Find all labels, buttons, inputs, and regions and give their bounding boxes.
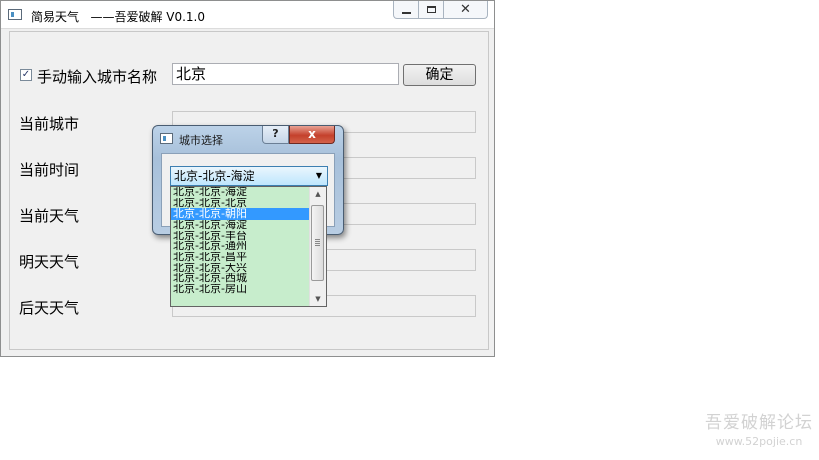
minimize-button[interactable] bbox=[393, 1, 419, 19]
scrollbar-thumb[interactable] bbox=[311, 205, 324, 281]
current-city-label: 当前城市 bbox=[19, 115, 80, 133]
dropdown-option[interactable]: 北京-北京-通州 bbox=[171, 241, 310, 252]
dropdown-option[interactable]: 北京-北京-房山 bbox=[171, 284, 310, 295]
dropdown-option[interactable]: 北京-北京-海淀 bbox=[171, 187, 310, 198]
dialog-title: 城市选择 bbox=[179, 134, 223, 147]
dropdown-scrollbar[interactable]: ▲ ▼ bbox=[309, 187, 326, 306]
day-after-weather-label: 后天天气 bbox=[19, 299, 80, 317]
title-bar[interactable]: 简易天气 ——吾爱破解 V0.1.0 ✕ bbox=[1, 1, 494, 29]
watermark: 吾爱破解论坛 www.52pojie.cn bbox=[705, 408, 813, 448]
maximize-icon bbox=[427, 6, 436, 13]
dialog-window-icon bbox=[160, 133, 173, 144]
help-button[interactable]: ? bbox=[262, 126, 289, 144]
dropdown-arrow-icon[interactable]: ▼ bbox=[316, 167, 322, 185]
close-icon: ✕ bbox=[460, 2, 471, 17]
manual-input-label[interactable]: 手动输入城市名称 bbox=[37, 66, 157, 87]
city-name-input[interactable]: 北京 bbox=[172, 63, 399, 85]
dropdown-option[interactable]: 北京-北京-丰台 bbox=[171, 231, 310, 242]
tomorrow-weather-label: 明天天气 bbox=[19, 253, 80, 271]
city-dropdown-list: 北京-北京-海淀 北京-北京-北京 北京-北京-朝阳 北京-北京-海淀 北京-北… bbox=[170, 186, 327, 307]
scroll-up-icon[interactable]: ▲ bbox=[310, 187, 326, 201]
dropdown-option[interactable]: 北京-北京-大兴 bbox=[171, 263, 310, 274]
confirm-button[interactable]: 确定 bbox=[403, 64, 476, 86]
maximize-button[interactable] bbox=[419, 1, 444, 19]
manual-input-checkbox[interactable]: ✓ bbox=[20, 69, 32, 81]
dropdown-option[interactable]: 北京-北京-海淀 bbox=[171, 220, 310, 231]
watermark-url: www.52pojie.cn bbox=[715, 435, 803, 448]
watermark-title: 吾爱破解论坛 bbox=[705, 413, 813, 433]
dialog-close-button[interactable]: x bbox=[289, 126, 335, 144]
window-title: 简易天气 ——吾爱破解 V0.1.0 bbox=[31, 10, 206, 24]
minimize-icon bbox=[402, 12, 411, 14]
dropdown-option-highlighted[interactable]: 北京-北京-朝阳 bbox=[171, 208, 310, 221]
close-button[interactable]: ✕ bbox=[444, 1, 488, 19]
app-window-icon bbox=[8, 9, 22, 20]
window-controls: ✕ bbox=[393, 1, 488, 20]
city-combobox[interactable]: 北京-北京-海淀 ▼ bbox=[170, 166, 328, 186]
dropdown-option[interactable]: 北京-北京-西城 bbox=[171, 273, 310, 284]
dropdown-options: 北京-北京-海淀 北京-北京-北京 北京-北京-朝阳 北京-北京-海淀 北京-北… bbox=[171, 187, 310, 306]
current-weather-label: 当前天气 bbox=[19, 207, 80, 225]
current-time-label: 当前时间 bbox=[19, 161, 80, 179]
scroll-down-icon[interactable]: ▼ bbox=[310, 292, 326, 306]
combobox-value: 北京-北京-海淀 bbox=[174, 169, 255, 183]
dropdown-option[interactable]: 北京-北京-昌平 bbox=[171, 252, 310, 263]
scrollbar-grip-icon bbox=[315, 239, 320, 247]
dropdown-option[interactable]: 北京-北京-北京 bbox=[171, 198, 310, 209]
